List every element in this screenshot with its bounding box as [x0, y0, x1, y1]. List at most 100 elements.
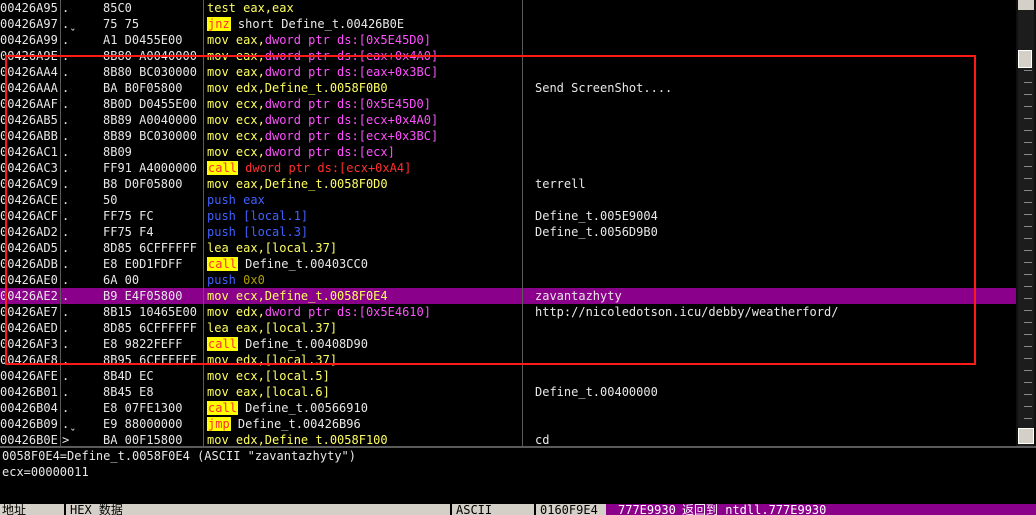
row-hex-bytes: E8 9822FEFF: [103, 337, 183, 351]
row-instruction: mov ecx,dword ptr ds:[ecx+0x4A0]: [207, 112, 517, 128]
disasm-row[interactable]: 00426AE7. 8B15 10465E00 mov edx,dword ptr …: [0, 304, 1016, 320]
instruction-token: Define_t.00426B96: [230, 417, 361, 431]
instruction-token: test eax,eax: [207, 1, 294, 15]
instruction-token: mov ecx,[local.5]: [207, 369, 330, 383]
disasm-row[interactable]: 00426B0E > BA 00F15800 mov edx,Define_t.005…: [0, 432, 1016, 446]
row-address: 00426B09: [0, 417, 58, 431]
row-marker: .: [62, 81, 70, 95]
disasm-row[interactable]: 00426ADB. E8 E0D1FDFF call Define_t.00403C…: [0, 256, 1016, 272]
scrollbar-tick: [1024, 70, 1032, 71]
instruction-token: call: [207, 161, 238, 175]
scrollbar-tick: [1024, 214, 1032, 215]
row-hex-bytes: 8B89 BC030000: [103, 129, 197, 143]
instruction-token: mov eax,: [207, 65, 265, 79]
instruction-token: dword ptr ds:[eax+0x3BC]: [264, 65, 439, 79]
disasm-row[interactable]: 00426AE2. B9 E4F05800 mov ecx,Define_t.005…: [0, 288, 1016, 304]
row-address: 00426AFE: [0, 369, 58, 383]
row-instruction: push eax: [207, 192, 517, 208]
row-address: 00426B01: [0, 385, 58, 399]
disasm-row[interactable]: 00426AE0. 6A 00 push 0x0: [0, 272, 1016, 288]
instruction-token: dword ptr ds:[0x5E45D0]: [264, 33, 431, 47]
row-hex-bytes: B8 D0F05800: [103, 177, 183, 191]
row-address: 00426AAA: [0, 81, 58, 95]
instruction-token: lea eax,[local.37]: [207, 241, 338, 255]
row-hex-bytes: 6A 00: [103, 273, 140, 287]
disasm-row[interactable]: 00426ABB. 8B89 BC030000 mov ecx,dword ptr …: [0, 128, 1016, 144]
row-instruction: mov eax,Define_t.0058F0D0: [207, 176, 517, 192]
row-marker: .: [62, 305, 70, 319]
instruction-token: mov edx,Define_t.0058F0B0: [207, 81, 388, 95]
row-address: 00426AE2: [0, 289, 58, 303]
disasm-row[interactable]: 00426AED. 8D85 6CFFFFFF lea eax,[local.37]: [0, 320, 1016, 336]
disasm-row[interactable]: 00426AB5. 8B89 A0040000 mov ecx,dword ptr …: [0, 112, 1016, 128]
disasm-row[interactable]: 00426AAA. BA B0F05800 mov edx,Define_t.005…: [0, 80, 1016, 96]
disasm-row[interactable]: 00426AD5. 8D85 6CFFFFFF lea eax,[local.37]: [0, 240, 1016, 256]
scrollbar-tick: [1024, 334, 1032, 335]
stack-value[interactable]: 777E9930: [606, 504, 690, 515]
disasm-row[interactable]: 00426A95. 85C0 test eax,eax: [0, 0, 1016, 16]
row-instruction: lea eax,[local.37]: [207, 320, 517, 336]
disasm-row[interactable]: 00426AFE. 8B4D EC mov ecx,[local.5]: [0, 368, 1016, 384]
instruction-token: mov eax,[local.6]: [207, 385, 330, 399]
disasm-row[interactable]: 00426AC9. B8 D0F05800 mov eax,Define_t.005…: [0, 176, 1016, 192]
row-hex-bytes: FF91 A4000000: [103, 161, 197, 175]
info-line-address: 0058F0E4=Define_t.0058F0E4 (ASCII "zavan…: [2, 449, 357, 463]
scrollbar-tick: [1024, 190, 1032, 191]
row-address: 00426AF8: [0, 353, 58, 367]
disasm-row[interactable]: 00426AF3. E8 9822FEFF call Define_t.00408D…: [0, 336, 1016, 352]
disasm-row[interactable]: 00426AAF. 8B0D D0455E00 mov ecx,dword ptr …: [0, 96, 1016, 112]
instruction-token: dword ptr ds:[ecx]: [264, 145, 395, 159]
disasm-row[interactable]: 00426AA4. 8B80 BC030000 mov eax,dword ptr …: [0, 64, 1016, 80]
row-marker: .: [62, 49, 70, 63]
scrollbar-tick: [1024, 418, 1032, 419]
disasm-row[interactable]: 00426ACE. 50 push eax: [0, 192, 1016, 208]
disasm-row[interactable]: 00426B09 .ˬ E9 88000000 jmp Define_t.00426B…: [0, 416, 1016, 432]
scrollbar-tick: [1024, 178, 1032, 179]
row-instruction: jnz short Define_t.00426B0E: [207, 16, 517, 32]
vertical-scrollbar[interactable]: [1016, 0, 1036, 446]
row-instruction: mov ecx,[local.5]: [207, 368, 517, 384]
disasm-row[interactable]: 00426AC1. 8B09 mov ecx,dword ptr ds:[ecx]: [0, 144, 1016, 160]
scrollbar-tick: [1024, 94, 1032, 95]
disasm-row[interactable]: 00426A97 .ˬ 75 75 jnz short Define_t.00426B…: [0, 16, 1016, 32]
info-line-register: ecx=00000011: [2, 465, 89, 479]
row-address: 00426AE7: [0, 305, 58, 319]
row-marker: .: [62, 113, 70, 127]
disasm-row[interactable]: 00426ACF. FF75 FC push [local.1] Define_t.0…: [0, 208, 1016, 224]
row-marker: .ˬ: [62, 17, 77, 31]
stack-address[interactable]: 0160F9E4: [536, 504, 606, 515]
row-address: 00426AED: [0, 321, 58, 335]
scrollbar-thumb[interactable]: [1018, 50, 1032, 68]
disasm-row[interactable]: 00426A9E. 8B80 A0040000 mov eax,dword ptr …: [0, 48, 1016, 64]
disassembly-pane[interactable]: 00426A95. 85C0 test eax,eax 00426A97 .ˬ 75 75…: [0, 0, 1016, 446]
scroll-down-button[interactable]: [1018, 428, 1034, 444]
row-address: 00426AC1: [0, 145, 58, 159]
row-instruction: mov ecx,dword ptr ds:[ecx]: [207, 144, 517, 160]
row-instruction: mov ecx,Define_t.0058F0E4: [207, 288, 517, 304]
scrollbar-tick: [1024, 250, 1032, 251]
disasm-row[interactable]: 00426B01. 8B45 E8 mov eax,[local.6] Define_…: [0, 384, 1016, 400]
scroll-up-button[interactable]: [1018, 0, 1034, 10]
row-hex-bytes: E8 07FE1300: [103, 401, 183, 415]
address-column-header[interactable]: 地址: [0, 504, 64, 515]
row-instruction: call Define_t.00566910: [207, 400, 517, 416]
ascii-column-header[interactable]: ASCII: [452, 504, 534, 515]
instruction-token: push [local.3]: [207, 225, 309, 239]
stack-comment[interactable]: 返回到 ntdll.777E9930: [682, 504, 1036, 515]
instruction-token: call: [207, 401, 238, 415]
disasm-row[interactable]: 00426AC3. FF91 A4000000 call dword ptr ds:…: [0, 160, 1016, 176]
instruction-token: Define_t.00566910: [237, 401, 368, 415]
instruction-token: dword ptr ds:[ecx+0x4A0]: [264, 113, 439, 127]
scrollbar-tick: [1024, 286, 1032, 287]
row-instruction: mov eax,dword ptr ds:[0x5E45D0]: [207, 32, 517, 48]
row-hex-bytes: BA 00F15800: [103, 433, 183, 446]
disasm-row[interactable]: 00426A99. A1 D0455E00 mov eax,dword ptr ds…: [0, 32, 1016, 48]
disasm-row[interactable]: 00426B04. E8 07FE1300 call Define_t.005669…: [0, 400, 1016, 416]
row-marker: .: [62, 145, 70, 159]
row-hex-bytes: 8D85 6CFFFFFF: [103, 241, 197, 255]
instruction-token: mov eax,Define_t.0058F0D0: [207, 177, 388, 191]
disasm-row[interactable]: 00426AF8. 8B95 6CFFFFFF mov edx,[local.37]: [0, 352, 1016, 368]
hex-column-header[interactable]: HEX 数据: [66, 504, 450, 515]
disasm-row[interactable]: 00426AD2. FF75 F4 push [local.3] Define_t.0…: [0, 224, 1016, 240]
row-hex-bytes: 8B15 10465E00: [103, 305, 197, 319]
